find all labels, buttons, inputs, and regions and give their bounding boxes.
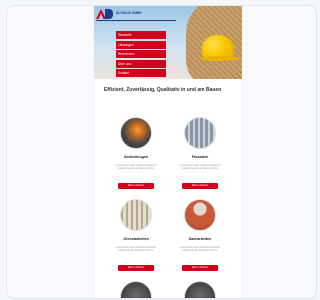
website-preview: ALTHAUS GMBH Startseite Leistungen Refer… bbox=[94, 6, 242, 298]
menu-item-startseite[interactable]: Startseite bbox=[116, 31, 166, 39]
intro-heading: Effizient, Zuverlässig, Qualitativ in un… bbox=[104, 87, 222, 93]
hard-hat-image bbox=[176, 6, 242, 79]
service-description: Lorem ipsum dolor sit amet consetetur sa… bbox=[179, 246, 221, 253]
service-photo bbox=[120, 117, 152, 149]
menu-item-leistungen[interactable]: Leistungen bbox=[116, 40, 166, 49]
service-card: Gerüstarbeiten Lorem ipsum dolor sit ame… bbox=[110, 199, 162, 272]
service-card-partial bbox=[174, 281, 226, 298]
menu-item-ueber-uns[interactable]: Über uns bbox=[116, 59, 166, 68]
service-button[interactable]: Mehr erfahren bbox=[182, 265, 218, 272]
service-card: Dacharbeiten Lorem ipsum dolor sit amet … bbox=[174, 199, 226, 272]
service-description: Lorem ipsum dolor sit amet consetetur sa… bbox=[179, 164, 221, 171]
service-photo bbox=[120, 281, 152, 298]
menu-item-kontakt[interactable]: Kontakt bbox=[116, 69, 166, 77]
brand-name: ALTHAUS GMBH bbox=[116, 11, 142, 16]
service-title: Fassaden bbox=[191, 155, 209, 159]
menu-item-referenzen[interactable]: Referenzen bbox=[116, 50, 166, 58]
brand-divider bbox=[96, 20, 176, 21]
service-card: Fassaden Lorem ipsum dolor sit amet cons… bbox=[174, 117, 226, 190]
brand-logo[interactable]: ALTHAUS GMBH bbox=[96, 8, 142, 20]
service-description: Lorem ipsum dolor sit amet consetetur sa… bbox=[115, 164, 157, 171]
service-title: Abdichtungen bbox=[123, 155, 149, 159]
service-photo bbox=[184, 199, 216, 231]
service-title: Dacharbeiten bbox=[188, 237, 212, 241]
service-photo bbox=[184, 281, 216, 298]
logo-mark-icon bbox=[96, 9, 114, 19]
service-card-partial bbox=[110, 281, 162, 298]
preview-card: ALTHAUS GMBH Startseite Leistungen Refer… bbox=[6, 5, 317, 299]
service-button[interactable]: Mehr erfahren bbox=[118, 183, 154, 190]
service-title: Gerüstarbeiten bbox=[123, 237, 149, 241]
service-card: Abdichtungen Lorem ipsum dolor sit amet … bbox=[110, 117, 162, 190]
service-button[interactable]: Mehr erfahren bbox=[118, 265, 154, 272]
service-photo bbox=[120, 199, 152, 231]
service-description: Lorem ipsum dolor sit amet consetetur sa… bbox=[115, 246, 157, 253]
hero-banner: ALTHAUS GMBH Startseite Leistungen Refer… bbox=[94, 6, 242, 79]
service-button[interactable]: Mehr erfahren bbox=[182, 183, 218, 190]
service-photo bbox=[184, 117, 216, 149]
nav-menu: Startseite Leistungen Referenzen Über un… bbox=[116, 31, 166, 79]
